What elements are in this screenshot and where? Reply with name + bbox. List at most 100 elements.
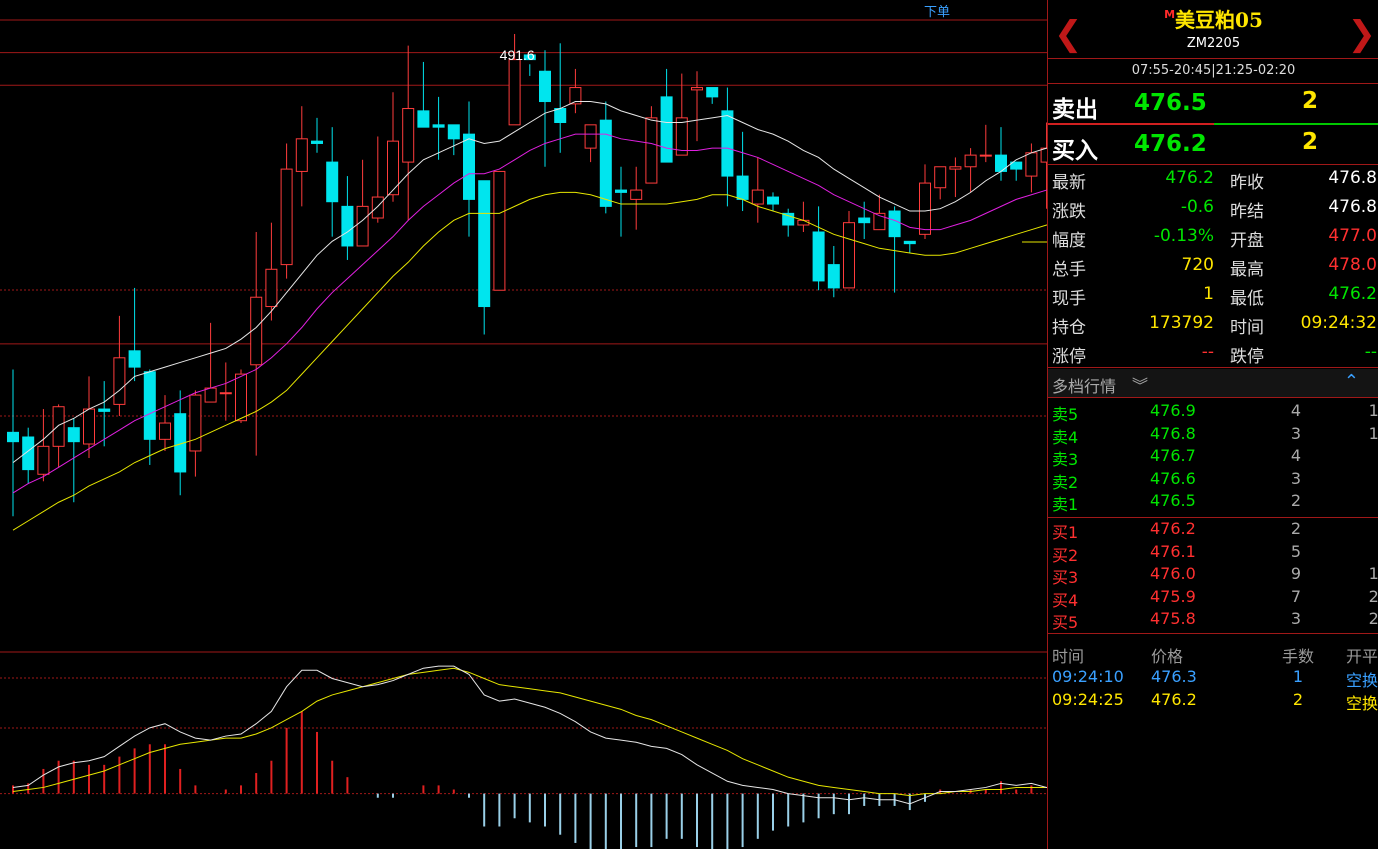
kline-chart[interactable]: 491.6 下单 — [0, 0, 1047, 849]
divider — [1048, 367, 1378, 368]
bid-level-row[interactable]: 买5 475.8 3 26 — [1048, 609, 1378, 632]
ask-level-row[interactable]: 卖3476.749 — [1048, 446, 1378, 469]
bid-level-row[interactable]: 买2476.157 — [1048, 542, 1378, 565]
candle-body — [691, 87, 703, 91]
ask-level-row[interactable]: 卖2476.635 — [1048, 469, 1378, 492]
ask-level-row[interactable]: 卖1476.522 — [1048, 491, 1378, 514]
sell-price[interactable]: 476.5 — [1134, 90, 1207, 116]
quote-value: -0.13% — [1153, 226, 1214, 246]
trades-header-price: 价格 — [1151, 647, 1184, 666]
trades-header-qty: 手数 — [1281, 647, 1314, 666]
bid-level-row[interactable]: 买4 475.9 7 23 — [1048, 587, 1378, 610]
trade-time: 09:24:10 — [1052, 667, 1124, 686]
ask-level-row[interactable]: 卖5 476.9 4 16 — [1048, 401, 1378, 424]
divider — [1048, 517, 1378, 518]
level-volume: 2 — [1290, 519, 1301, 538]
candle-body — [919, 182, 931, 235]
candle-body — [706, 87, 719, 98]
ask-level-row[interactable]: 卖4 476.8 3 12 — [1048, 424, 1378, 447]
level-label: 卖3 — [1052, 450, 1079, 470]
level-label: 卖2 — [1052, 472, 1079, 492]
candle-body — [371, 196, 384, 219]
level-label: 卖1 — [1052, 495, 1079, 515]
quote-label: 幅度 — [1052, 231, 1086, 251]
candle-body — [402, 108, 415, 163]
quote-value: 173792 — [1149, 313, 1214, 333]
level-price: 476.5 — [1150, 491, 1196, 511]
candle-body — [83, 408, 95, 445]
candle-body — [630, 189, 643, 200]
trade-price: 476.3 — [1151, 667, 1197, 686]
level-volume: 4 — [1290, 401, 1301, 420]
candle-body — [67, 427, 80, 443]
level-volume: 4 — [1290, 446, 1301, 466]
sell-label: 卖出 — [1052, 97, 1098, 123]
level-volume: 2 — [1290, 491, 1301, 511]
candle-body — [265, 268, 278, 308]
bid-level-row[interactable]: 买1476.222 — [1048, 519, 1378, 542]
level-volume: 5 — [1290, 541, 1301, 561]
quote-value: -0.6 — [1180, 197, 1214, 217]
candle-body — [584, 124, 597, 149]
level-volume: 3 — [1290, 468, 1301, 488]
quote-value: 476.2 — [1328, 284, 1377, 304]
candle-body — [341, 205, 354, 247]
candle-body — [1025, 152, 1038, 177]
divider — [1048, 58, 1378, 59]
trade-qty: 2 — [1292, 690, 1304, 709]
candle-body — [493, 170, 506, 291]
level-price: 476.6 — [1150, 468, 1196, 488]
quote-row: 涨跌 -0.6 昨结 476.8 — [1048, 197, 1378, 226]
quote-value: 476.2 — [1165, 168, 1214, 188]
level-volume: 3 — [1290, 423, 1301, 443]
quote-row: 最新 476.2 昨收 476.8 — [1048, 168, 1378, 197]
depth-header[interactable]: 多档行情 ︾ ⌃ — [1048, 369, 1378, 397]
level-price: 476.9 — [1150, 401, 1196, 420]
level-price: 475.8 — [1150, 609, 1196, 629]
candle-body — [599, 119, 612, 207]
candle-body — [7, 431, 19, 443]
candle-body — [387, 140, 399, 196]
candle-body — [964, 154, 977, 168]
candle-body — [432, 124, 445, 128]
kline-chart-canvas[interactable]: 491.6 — [0, 0, 1047, 849]
level-volume: 9 — [1290, 564, 1301, 584]
quote-value: 1 — [1203, 284, 1214, 304]
quote-value: 09:24:32 — [1300, 313, 1377, 333]
level-price: 475.9 — [1150, 586, 1196, 606]
double-chevron-down-icon[interactable]: ︾ — [1132, 372, 1148, 396]
divider — [1048, 397, 1378, 398]
sell-bar-green — [1214, 123, 1378, 125]
ma-yellow-line — [12, 191, 1047, 531]
candle-body — [326, 161, 339, 203]
candle-body — [311, 140, 323, 144]
quote-label: 持仓 — [1052, 318, 1086, 338]
level-label: 买3 — [1052, 568, 1079, 588]
candle-body — [782, 212, 795, 226]
candle-body — [660, 96, 673, 163]
divider — [1048, 164, 1378, 165]
bid-level-row[interactable]: 买3 476.0 9 16 — [1048, 564, 1378, 587]
quote-value: 477.0 — [1328, 226, 1377, 246]
chevron-up-icon[interactable]: ⌃ — [1344, 371, 1359, 392]
candle-body — [812, 231, 825, 282]
level-label: 买5 — [1052, 613, 1079, 633]
quote-label: 涨跌 — [1052, 202, 1086, 222]
trade-qty: 1 — [1292, 667, 1304, 686]
candle-body — [767, 196, 779, 205]
candle-body — [979, 154, 992, 157]
candle-body — [159, 422, 171, 440]
trade-row: 09:24:10 476.3 1 空换 — [1048, 667, 1378, 690]
trade-kind: 空换 — [1346, 671, 1378, 690]
peak-price-label: 491.6 — [500, 47, 535, 63]
candle-body — [219, 392, 232, 395]
candle-body — [447, 124, 460, 140]
quote-label: 涨停 — [1052, 347, 1086, 367]
buy-price[interactable]: 476.2 — [1134, 131, 1207, 157]
buy-volume: 2 — [1302, 129, 1319, 155]
candle-body — [751, 189, 764, 205]
quote-label: 跌停 — [1230, 347, 1264, 367]
place-order-link[interactable]: 下单 — [924, 1, 950, 20]
candle-body — [903, 240, 916, 245]
contract-title-row: M美豆粕05 — [1048, 4, 1378, 33]
